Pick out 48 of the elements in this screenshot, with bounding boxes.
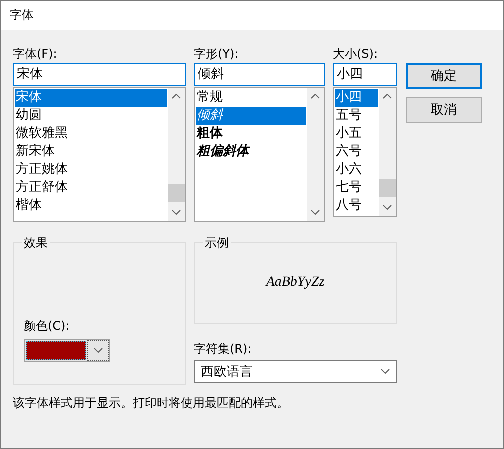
field-label: 字体(F):	[13, 46, 58, 63]
field-label: 大小(S):	[333, 46, 380, 63]
scroll-thumb[interactable]	[379, 179, 396, 197]
list-item[interactable]: 粗偏斜体	[196, 143, 306, 161]
list-item[interactable]: 微软雅黑	[15, 125, 167, 143]
size-field[interactable]: 小四	[333, 63, 397, 86]
list-item[interactable]: 八号	[335, 197, 378, 215]
scroll-thumb[interactable]	[168, 184, 185, 202]
group-title: 示例	[203, 235, 231, 252]
list-item[interactable]: 倾斜	[196, 107, 306, 125]
scroll-up-icon[interactable]	[383, 94, 392, 99]
scrollbar[interactable]	[168, 88, 185, 221]
field-label: 字形(Y):	[194, 46, 240, 63]
list-item[interactable]: 楷体	[15, 197, 167, 215]
sample-text: AaBbYyZz	[266, 275, 325, 291]
scroll-down-icon[interactable]	[383, 205, 392, 210]
list-item[interactable]: 粗体	[196, 125, 306, 143]
list-item[interactable]: 方正姚体	[15, 161, 167, 179]
scroll-up-icon[interactable]	[311, 94, 320, 99]
list-item[interactable]: 六号	[335, 143, 378, 161]
window-title: 字体	[10, 7, 34, 24]
list-item[interactable]: 小六	[335, 161, 378, 179]
color-dropdown[interactable]	[24, 339, 110, 362]
scrollbar[interactable]	[379, 88, 396, 216]
list-item[interactable]: 新宋体	[15, 143, 167, 161]
scroll-down-icon[interactable]	[172, 210, 181, 215]
font-field[interactable]: 宋体	[13, 63, 186, 86]
list-item[interactable]: 宋体	[15, 89, 167, 107]
list-item[interactable]: 七号	[335, 179, 378, 197]
list-item[interactable]: 幼圆	[15, 107, 167, 125]
cancel-button[interactable]: 取消	[406, 97, 482, 123]
list-item[interactable]: 五号	[335, 107, 378, 125]
field-label: 字符集(R):	[194, 341, 253, 358]
list-item[interactable]: 方正舒体	[15, 179, 167, 197]
list-item[interactable]: 小四	[335, 89, 378, 107]
charset-dropdown[interactable]: 西欧语言	[194, 360, 397, 383]
info-text: 该字体样式用于显示。打印时将使用最匹配的样式。	[13, 395, 290, 412]
list-item[interactable]: 小五	[335, 125, 378, 143]
style-field[interactable]: 倾斜	[194, 63, 325, 86]
field-label: 颜色(C):	[24, 318, 71, 335]
chevron-down-icon	[94, 348, 102, 353]
chevron-down-icon	[381, 369, 390, 374]
scrollbar[interactable]	[307, 88, 324, 221]
list-item[interactable]: 常规	[196, 89, 306, 107]
scroll-down-icon[interactable]	[311, 210, 320, 215]
scroll-up-icon[interactable]	[172, 94, 181, 99]
ok-button[interactable]: 确定	[406, 63, 482, 89]
group-title: 效果	[22, 235, 50, 252]
